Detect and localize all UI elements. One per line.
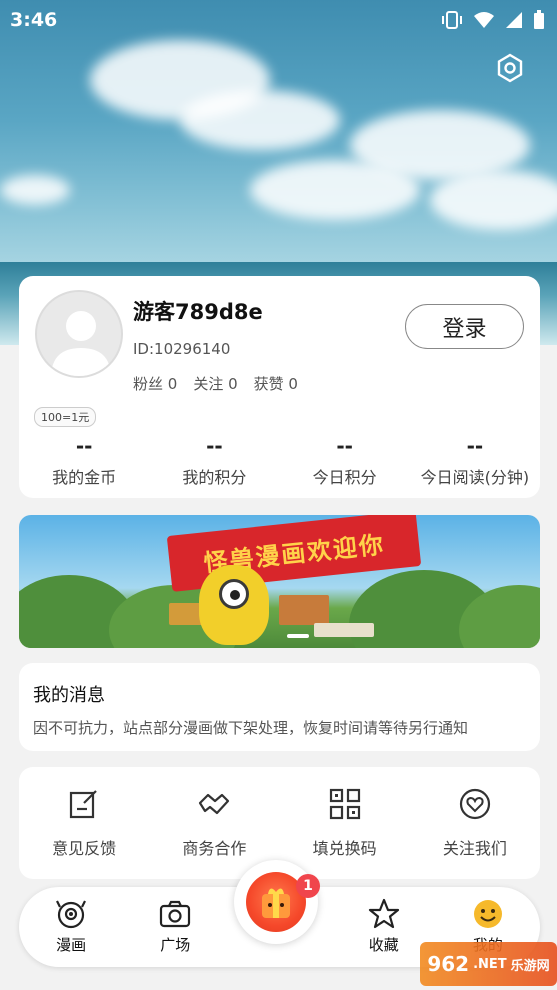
watermark-text: 962: [427, 952, 470, 976]
tab-label: 广场: [160, 936, 191, 954]
coin-rate-badge: 100=1元: [34, 407, 97, 427]
profile-card: 游客789d8e ID:10296140 粉丝 0 关注 0 获赞 0 登录 1…: [19, 276, 540, 498]
mascot-image: [199, 565, 269, 645]
monster-icon: [56, 900, 87, 929]
camera-icon: [160, 900, 191, 928]
avatar[interactable]: [35, 290, 123, 378]
metric-label: 今日积分: [312, 468, 377, 487]
messages-title: 我的消息: [33, 685, 105, 706]
status-time: 3:46: [10, 9, 58, 31]
username: 游客789d8e: [133, 300, 263, 324]
following-count[interactable]: 关注 0: [193, 373, 237, 394]
status-bar: 3:46: [0, 0, 557, 40]
metric-today-points[interactable]: -- 今日积分: [280, 434, 410, 488]
metric-label: 今日阅读(分钟): [420, 468, 530, 487]
handshake-icon: [199, 793, 230, 815]
metric-value: --: [75, 434, 93, 458]
banner-page-indicator: [287, 634, 309, 638]
tool-follow-us[interactable]: 关注我们: [410, 767, 540, 879]
login-button[interactable]: 登录: [405, 304, 524, 349]
tool-label: 商务合作: [182, 839, 247, 858]
likes-count: 获赞 0: [253, 375, 298, 393]
message-preview: 因不可抗力，站点部分漫画做下架处理，恢复时间请等待另行通知: [33, 719, 469, 737]
smile-icon: [473, 900, 502, 928]
battery-icon: [534, 10, 544, 29]
wifi-icon: [474, 12, 494, 28]
promo-banner[interactable]: 怪兽漫画欢迎你: [19, 515, 540, 648]
star-icon: [368, 898, 399, 929]
user-id: ID:10296140: [133, 340, 231, 358]
tool-label: 关注我们: [442, 839, 507, 858]
tab-label: 漫画: [56, 936, 87, 954]
qrcode-icon: [329, 788, 360, 820]
tool-label: 填兑换码: [312, 839, 377, 858]
metric-label: 我的金币: [52, 468, 117, 487]
tool-label: 意见反馈: [52, 839, 117, 858]
feedback-icon: [70, 790, 97, 819]
settings-hex-icon: [497, 53, 523, 83]
messages-card[interactable]: 我的消息 因不可抗力，站点部分漫画做下架处理，恢复时间请等待另行通知: [19, 663, 540, 751]
fans-count[interactable]: 粉丝 0: [133, 373, 177, 394]
tab-comics[interactable]: 漫画: [19, 887, 123, 967]
heart-icon: [459, 788, 490, 820]
tool-redeem-code[interactable]: 填兑换码: [280, 767, 410, 879]
metric-points[interactable]: -- 我的积分: [149, 434, 279, 488]
settings-button[interactable]: [494, 52, 526, 84]
watermark-sub: 乐游网: [510, 958, 550, 974]
metric-coins[interactable]: -- 我的金币: [19, 434, 149, 488]
site-watermark: 962 .NET 乐游网: [420, 942, 557, 986]
tool-feedback[interactable]: 意见反馈: [19, 767, 149, 879]
tab-plaza[interactable]: 广场: [123, 887, 227, 967]
gift-center-button[interactable]: 1: [234, 860, 320, 944]
vibrate-icon: [442, 11, 462, 29]
metric-value: --: [466, 434, 484, 458]
metric-label: 我的积分: [182, 468, 247, 487]
notification-badge: 1: [296, 874, 320, 898]
default-avatar-icon: [51, 311, 111, 376]
metrics-row: -- 我的金币 -- 我的积分 -- 今日积分 -- 今日阅读(分钟): [19, 434, 540, 488]
tab-label: 收藏: [368, 936, 399, 954]
metric-value: --: [336, 434, 353, 458]
metric-value: --: [206, 434, 223, 458]
user-stats: 粉丝 0 关注 0 获赞 0: [133, 373, 298, 394]
metric-today-reading[interactable]: -- 今日阅读(分钟): [410, 434, 540, 488]
signal-icon: [506, 12, 522, 28]
watermark-suffix: .NET: [473, 956, 507, 972]
